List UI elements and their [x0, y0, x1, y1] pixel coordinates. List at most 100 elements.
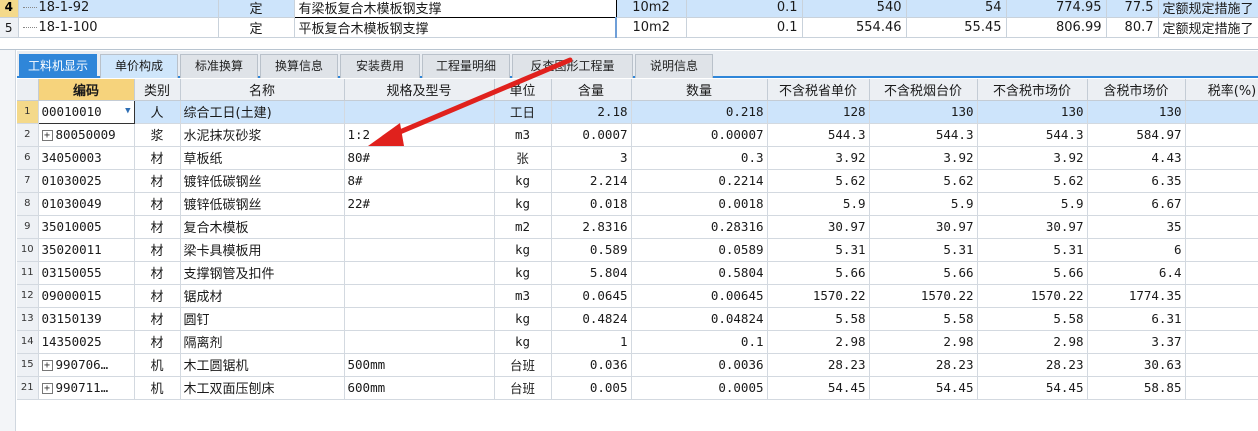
value-cell-tax[interactable]: 13 — [1185, 376, 1258, 400]
value-cell-p2[interactable]: 5.31 — [869, 238, 978, 262]
value-cell-p1[interactable]: 28.23 — [767, 353, 870, 377]
value-cell-p4[interactable]: 58.85 — [1087, 376, 1186, 400]
value-cell-qty[interactable]: 0.1 — [631, 330, 768, 354]
value-cell-p2[interactable]: 5.66 — [869, 261, 978, 285]
tab-6[interactable]: 反查图形工程量 — [512, 54, 633, 78]
value-cell-content[interactable]: 0.018 — [551, 192, 632, 216]
value-cell-p1[interactable]: 5.66 — [767, 261, 870, 285]
name-cell[interactable]: 草板纸 — [180, 146, 345, 170]
column-header-9[interactable]: 不含税市场价 — [977, 79, 1088, 101]
value-cell-qty[interactable]: 0.0018 — [631, 192, 768, 216]
value-cell-tax[interactable]: 13 — [1185, 215, 1258, 239]
value-cell-tax[interactable]: 13 — [1185, 353, 1258, 377]
value-cell-p1[interactable]: 3.92 — [767, 146, 870, 170]
name-cell[interactable]: 水泥抹灰砂浆 — [180, 123, 345, 147]
column-header-2[interactable]: 名称 — [180, 79, 345, 101]
name-cell[interactable]: 圆钉 — [180, 307, 345, 331]
value-cell-qty[interactable]: 0.04824 — [631, 307, 768, 331]
value-cell-qty[interactable]: 0.00645 — [631, 284, 768, 308]
value-cell-p3[interactable]: 5.31 — [977, 238, 1088, 262]
value-cell-p2[interactable]: 3.92 — [869, 146, 978, 170]
value-cell-p1[interactable]: 128 — [767, 100, 870, 124]
value-cell-p2[interactable]: 28.23 — [869, 353, 978, 377]
value-cell-p3[interactable]: 2.98 — [977, 330, 1088, 354]
value-cell-qty[interactable]: 0.218 — [631, 100, 768, 124]
item-code-cell[interactable]: 18-1-100 — [18, 17, 219, 38]
spec-cell[interactable]: 8# — [344, 169, 495, 193]
value-cell-content[interactable]: 0.005 — [551, 376, 632, 400]
value-cell-p1[interactable]: 5.31 — [767, 238, 870, 262]
upper-grid-row[interactable]: 4 18-1-92 定有梁板复合木模板钢支撑 10m2 0.1 540 54 774.95 77… — [0, 0, 1258, 18]
value-cell-p2[interactable]: 5.9 — [869, 192, 978, 216]
value-cell-p3[interactable]: 544.3 — [977, 123, 1088, 147]
code-cell[interactable]: 00010010 ▼ — [37, 99, 135, 124]
value-cell-p3[interactable]: 5.62 — [977, 169, 1088, 193]
name-cell[interactable]: 复合木模板 — [180, 215, 345, 239]
value-cell-p1[interactable]: 30.97 — [767, 215, 870, 239]
spec-cell[interactable] — [344, 215, 495, 239]
value-cell-p3[interactable]: 28.23 — [977, 353, 1088, 377]
value-cell-tax[interactable]: 0 — [1185, 100, 1258, 124]
value-cell-qty[interactable]: 0.28316 — [631, 215, 768, 239]
value-cell-qty[interactable]: 0.0036 — [631, 353, 768, 377]
expand-plus-icon[interactable]: + — [41, 383, 53, 394]
tab-4[interactable]: 安装费用 — [340, 54, 420, 78]
spec-cell[interactable] — [344, 238, 495, 262]
value-cell-p4[interactable]: 35 — [1087, 215, 1186, 239]
value-cell-p3[interactable]: 5.66 — [977, 261, 1088, 285]
name-cell[interactable]: 镀锌低碳钢丝 — [180, 169, 345, 193]
tab-0[interactable]: 工料机显示 — [19, 54, 97, 78]
value-cell-qty[interactable]: 0.0589 — [631, 238, 768, 262]
value-cell-p2[interactable]: 5.58 — [869, 307, 978, 331]
spec-cell[interactable] — [344, 330, 495, 354]
value-cell-p1[interactable]: 544.3 — [767, 123, 870, 147]
value-cell-tax[interactable]: 13 — [1185, 169, 1258, 193]
code-cell[interactable]: 01030049 — [38, 192, 135, 216]
value-cell-p4[interactable]: 6 — [1087, 238, 1186, 262]
value-cell-content[interactable]: 0.0645 — [551, 284, 632, 308]
value-cell-content[interactable]: 0.036 — [551, 353, 632, 377]
table-row[interactable]: 8 01030049 材镀锌低碳钢丝 22# kg 0.018 0.0018 5.9 5.9 5.… — [17, 192, 1258, 216]
value-cell-tax[interactable]: 13 — [1185, 146, 1258, 170]
table-row[interactable]: 10 35020011 材梁卡具模板用 kg 0.589 0.0589 5.31 5.31 5.… — [17, 238, 1258, 262]
value-cell-tax[interactable]: 13 — [1185, 238, 1258, 262]
table-row[interactable]: 1 00010010 ▼ 人综合工日(土建) 工日 2.18 0.218 128 130 130 1… — [17, 99, 1258, 124]
value-cell-content[interactable]: 2.214 — [551, 169, 632, 193]
table-row[interactable]: 2 +80050009 浆水泥抹灰砂浆 1:2 m3 0.0007 0.00007 544.3… — [17, 123, 1258, 147]
value-cell-p1[interactable]: 5.62 — [767, 169, 870, 193]
code-cell[interactable]: 35020011 — [38, 238, 135, 262]
code-cell[interactable]: +990706… — [38, 353, 135, 377]
code-cell[interactable]: 09000015 — [38, 284, 135, 308]
name-cell[interactable]: 镀锌低碳钢丝 — [180, 192, 345, 216]
value-cell-content[interactable]: 2.18 — [551, 100, 632, 124]
table-row[interactable]: 21 +990711… 机木工双面压刨床 600mm 台班 0.005 0.0005 54.4… — [17, 376, 1258, 400]
value-cell-qty[interactable]: 0.2214 — [631, 169, 768, 193]
value-cell-tax[interactable]: 13 — [1185, 307, 1258, 331]
code-cell[interactable]: 14350025 — [38, 330, 135, 354]
value-cell-p4[interactable]: 6.35 — [1087, 169, 1186, 193]
value-cell-p3[interactable]: 54.45 — [977, 376, 1088, 400]
spec-cell[interactable]: 500mm — [344, 353, 495, 377]
column-header-4[interactable]: 单位 — [494, 79, 552, 101]
value-cell-p2[interactable]: 1570.22 — [869, 284, 978, 308]
expand-plus-icon[interactable]: + — [41, 360, 53, 371]
column-header-3[interactable]: 规格及型号 — [344, 79, 495, 101]
table-row[interactable]: 12 09000015 材锯成材 m3 0.0645 0.00645 1570.22 1570… — [17, 284, 1258, 308]
value-cell-p2[interactable]: 30.97 — [869, 215, 978, 239]
code-cell[interactable]: 34050003 — [38, 146, 135, 170]
spec-cell[interactable] — [344, 261, 495, 285]
value-cell-qty[interactable]: 0.0005 — [631, 376, 768, 400]
value-cell-p3[interactable]: 5.58 — [977, 307, 1088, 331]
value-cell-p2[interactable]: 2.98 — [869, 330, 978, 354]
value-cell-content[interactable]: 1 — [551, 330, 632, 354]
value-cell-content[interactable]: 5.804 — [551, 261, 632, 285]
table-row[interactable]: 9 35010005 材复合木模板 m2 2.8316 0.28316 30.97 30.97… — [17, 215, 1258, 239]
code-cell[interactable]: +80050009 — [38, 123, 135, 147]
value-cell-tax[interactable]: 13 — [1185, 192, 1258, 216]
spec-cell[interactable]: 80# — [344, 146, 495, 170]
spec-cell[interactable]: 600mm — [344, 376, 495, 400]
item-code-cell[interactable]: 18-1-92 — [18, 0, 219, 18]
value-cell-p1[interactable]: 54.45 — [767, 376, 870, 400]
table-row[interactable]: 15 +990706… 机木工圆锯机 500mm 台班 0.036 0.0036 28.23 2… — [17, 353, 1258, 377]
value-cell-p1[interactable]: 5.58 — [767, 307, 870, 331]
